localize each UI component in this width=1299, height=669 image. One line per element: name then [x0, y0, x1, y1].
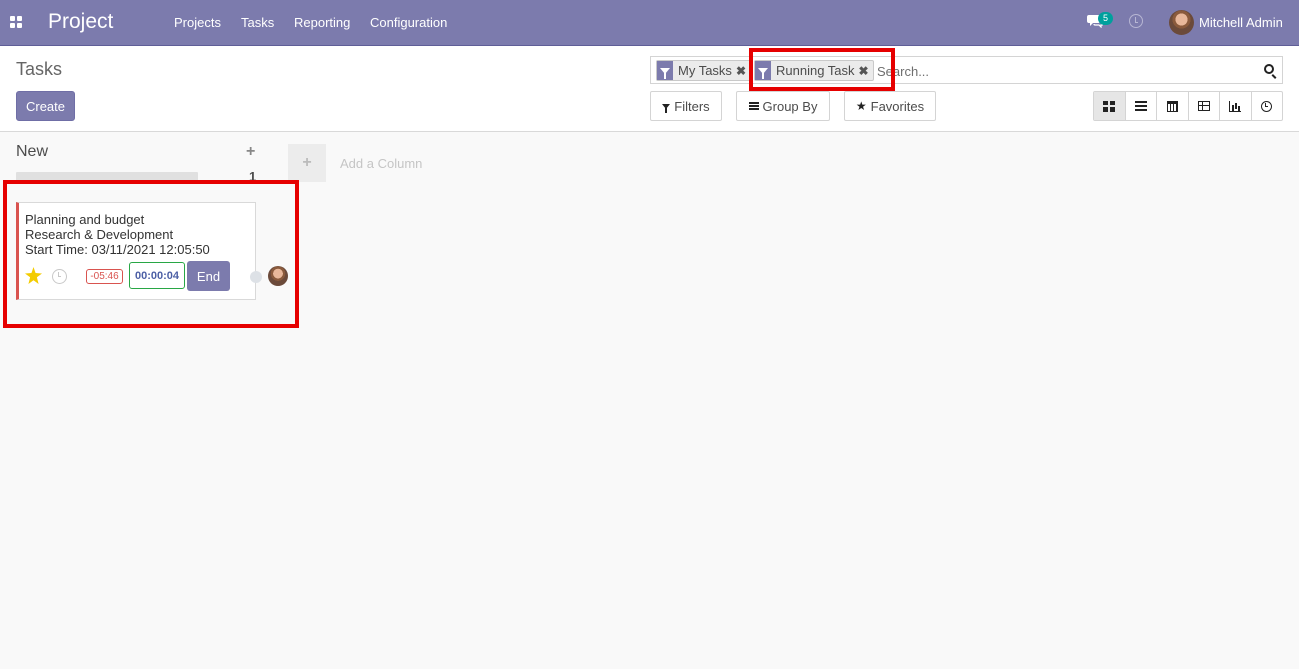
pivot-icon	[1197, 101, 1210, 111]
filter-icon	[662, 103, 671, 113]
filter-icon	[657, 61, 673, 80]
kanban-state-dot[interactable]	[250, 271, 262, 283]
search-bar: My Tasks ✖ Running Task ✖	[650, 56, 1283, 84]
task-start-time: Start Time: 03/11/2021 12:05:50	[25, 242, 210, 257]
column-count: 1	[249, 169, 257, 184]
favorites-button[interactable]: ★ Favorites	[844, 91, 936, 121]
control-panel: Tasks Create My Tasks ✖ Running Task ✖ F…	[0, 46, 1299, 132]
kanban-icon	[1103, 100, 1116, 112]
end-timer-button[interactable]: End	[187, 261, 230, 291]
user-avatar[interactable]	[1169, 10, 1194, 35]
graph-icon	[1229, 100, 1242, 112]
facet-label: Running Task	[776, 63, 855, 78]
facet-label: My Tasks	[678, 63, 732, 78]
calendar-icon	[1166, 100, 1178, 112]
pivot-view-button[interactable]	[1189, 92, 1220, 120]
list-view-button[interactable]	[1126, 92, 1157, 120]
deadline-badge: -05:46	[86, 269, 123, 284]
menu-configuration[interactable]: Configuration	[370, 15, 447, 30]
facet-running-task: Running Task ✖	[754, 60, 874, 81]
star-icon: ★	[855, 99, 867, 113]
activity-icon	[1261, 100, 1273, 112]
activity-view-button[interactable]	[1252, 92, 1283, 120]
menu-reporting[interactable]: Reporting	[294, 15, 350, 30]
favorites-label: Favorites	[870, 98, 925, 114]
create-button[interactable]: Create	[16, 91, 75, 121]
menu-projects[interactable]: Projects	[174, 15, 221, 30]
task-name: Planning and budget	[25, 212, 145, 227]
group-by-icon	[748, 102, 759, 110]
filters-button[interactable]: Filters	[650, 91, 722, 121]
activity-clock-icon[interactable]	[52, 269, 67, 284]
task-project: Research & Development	[25, 227, 174, 242]
top-navbar: Project Projects Tasks Reporting Configu…	[0, 0, 1299, 46]
column-title[interactable]: New	[16, 143, 48, 161]
messages-count-badge: 5	[1098, 12, 1114, 25]
quick-create-button[interactable]: +	[246, 143, 255, 161]
assignee-avatar	[268, 266, 288, 286]
kanban-view-button[interactable]	[1094, 92, 1126, 120]
remove-facet-icon[interactable]: ✖	[859, 64, 873, 78]
search-icon[interactable]	[1264, 64, 1274, 74]
group-by-button[interactable]: Group By	[736, 91, 830, 121]
breadcrumb: Tasks	[16, 59, 63, 79]
list-icon	[1134, 101, 1147, 111]
menu-tasks[interactable]: Tasks	[241, 15, 274, 30]
column-progress-bar[interactable]	[16, 172, 198, 181]
graph-view-button[interactable]	[1220, 92, 1252, 120]
activity-clock-icon[interactable]	[1129, 14, 1143, 28]
filter-icon	[755, 61, 771, 80]
filters-label: Filters	[674, 98, 710, 114]
timer-badge: 00:00:04	[129, 262, 185, 289]
facet-my-tasks: My Tasks ✖	[656, 60, 751, 81]
remove-facet-icon[interactable]: ✖	[736, 64, 750, 78]
user-name[interactable]: Mitchell Admin	[1199, 15, 1283, 30]
apps-menu-icon[interactable]	[10, 16, 22, 28]
add-column-button[interactable]: +	[288, 144, 326, 182]
calendar-view-button[interactable]	[1157, 92, 1189, 120]
add-column-label[interactable]: Add a Column	[340, 156, 422, 171]
task-card[interactable]: Planning and budget Research & Developme…	[16, 202, 256, 300]
view-switcher	[1093, 91, 1283, 121]
search-input[interactable]	[877, 62, 1257, 80]
app-brand[interactable]: Project	[48, 10, 113, 34]
priority-star-icon[interactable]	[25, 267, 42, 284]
group-by-label: Group By	[762, 98, 818, 114]
